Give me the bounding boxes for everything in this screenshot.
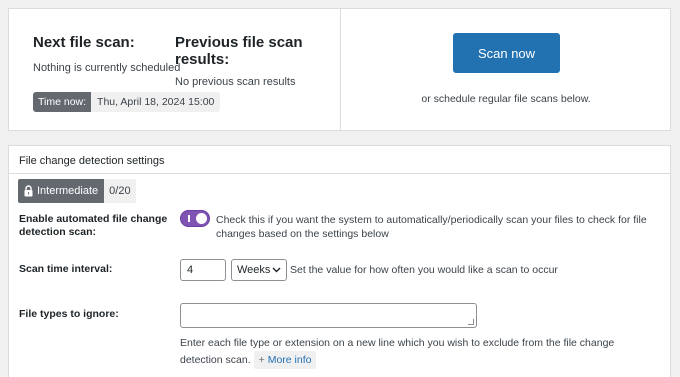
- enable-scan-toggle[interactable]: [180, 210, 210, 227]
- enable-scan-label: Enable automated file change detection s…: [19, 213, 168, 238]
- settings-divider: [9, 173, 670, 174]
- more-info-button[interactable]: + More info: [253, 351, 317, 369]
- settings-card: File change detection settings Intermedi…: [8, 145, 671, 377]
- enable-scan-help: Check this if you want the system to aut…: [216, 214, 647, 240]
- file-types-help: Enter each file type or extension on a n…: [180, 335, 640, 369]
- scan-interval-help: Set the value for how often you would li…: [290, 264, 558, 276]
- interval-unit-value: Weeks: [237, 264, 271, 276]
- security-level-badge: Intermediate 0/20: [18, 179, 136, 203]
- time-now-value: Thu, April 18, 2024 15:00: [91, 92, 221, 112]
- toggle-on-mark: [188, 215, 190, 222]
- next-scan-desc: Nothing is currently scheduled: [33, 62, 181, 74]
- more-info-label: More info: [267, 354, 312, 366]
- time-now-badge: Time now: Thu, April 18, 2024 15:00: [33, 92, 221, 112]
- scan-now-button[interactable]: Scan now: [453, 33, 560, 73]
- scan-info-panel: Next file scan: Nothing is currently sch…: [9, 9, 340, 130]
- schedule-hint: or schedule regular file scans below.: [421, 93, 591, 105]
- previous-scan-title: Previous file scan results:: [175, 34, 303, 68]
- toggle-knob: [196, 213, 207, 224]
- previous-scan-desc: No previous scan results: [175, 76, 296, 88]
- plus-icon: +: [258, 354, 265, 366]
- scan-interval-label: Scan time interval:: [19, 263, 113, 275]
- settings-title: File change detection settings: [19, 155, 165, 167]
- level-label: Intermediate: [37, 185, 99, 197]
- scan-interval-unit-select[interactable]: Weeks: [231, 259, 287, 281]
- resize-handle-icon[interactable]: [468, 319, 474, 325]
- file-types-label: File types to ignore:: [19, 308, 119, 320]
- next-scan-title: Next file scan:: [33, 34, 135, 51]
- level-count: 0/20: [104, 179, 136, 203]
- file-types-textarea[interactable]: [180, 303, 477, 328]
- scan-action-panel: Scan now or schedule regular file scans …: [340, 9, 670, 130]
- scan-status-card: Next file scan: Nothing is currently sch…: [8, 8, 671, 131]
- time-now-label: Time now:: [33, 92, 92, 112]
- level-label-wrap: Intermediate: [18, 179, 105, 203]
- file-types-help-text: Enter each file type or extension on a n…: [180, 337, 615, 366]
- scan-interval-input[interactable]: [180, 259, 226, 281]
- lock-icon: [24, 185, 33, 197]
- chevron-down-icon: [272, 267, 281, 273]
